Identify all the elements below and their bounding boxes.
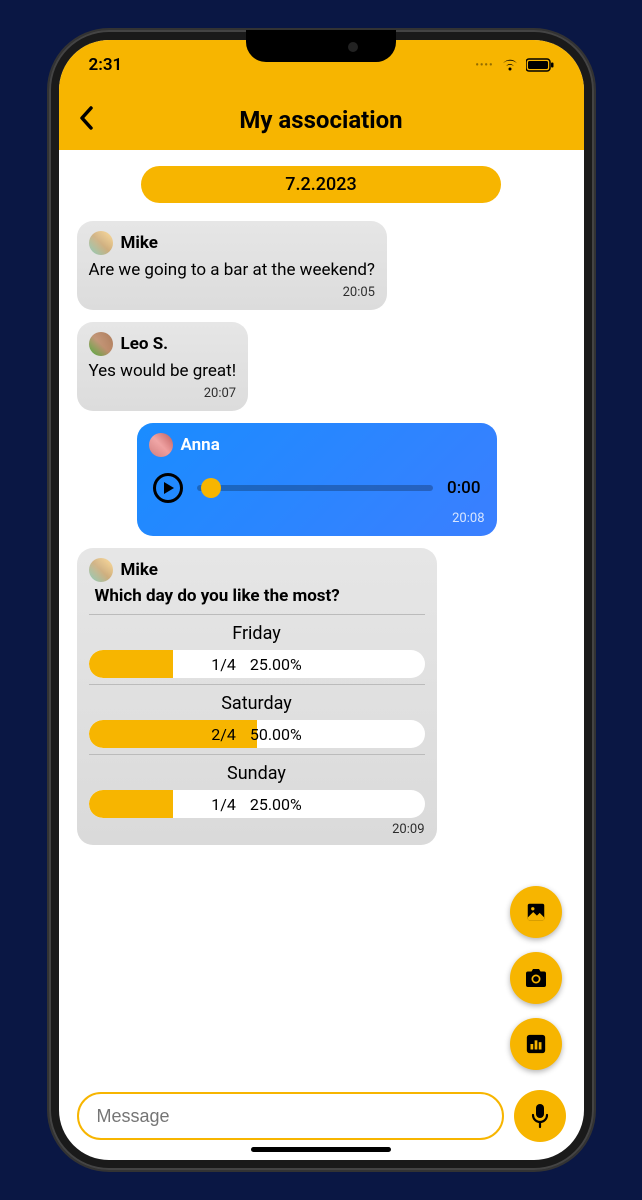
message-header: Anna (149, 433, 485, 457)
poll-percent: 25.00% (250, 655, 302, 674)
poll-option[interactable]: Friday 1/4 25.00% (89, 614, 425, 678)
poll-fill (89, 650, 173, 678)
poll-count: 1/4 (211, 655, 236, 674)
poll-option-label: Saturday (89, 693, 425, 714)
screen: 2:31 •••• My association 7.2.2023 Mike A… (59, 40, 584, 1160)
sender-name: Mike (121, 560, 158, 580)
poll-bar: 1/4 25.00% (89, 650, 425, 678)
poll-question: Which day do you like the most? (95, 586, 425, 606)
avatar (149, 433, 173, 457)
phone-frame: 2:31 •••• My association 7.2.2023 Mike A… (49, 30, 594, 1170)
image-icon (525, 901, 547, 923)
chat-body[interactable]: 7.2.2023 Mike Are we going to a bar at t… (59, 150, 584, 1080)
message-bubble[interactable]: Mike Are we going to a bar at the weeken… (77, 221, 387, 310)
message-input[interactable] (77, 1092, 504, 1140)
poll-option-label: Sunday (89, 763, 425, 784)
chart-icon (525, 1033, 547, 1055)
poll-count: 2/4 (211, 725, 236, 744)
dots-icon: •••• (475, 60, 493, 71)
sender-name: Anna (181, 435, 220, 455)
voice-player: 0:00 (149, 461, 485, 507)
camera-icon (524, 967, 548, 989)
camera-button[interactable] (510, 952, 562, 1004)
chat-header: My association (59, 90, 584, 150)
voice-slider[interactable] (197, 485, 434, 491)
play-button[interactable] (153, 473, 183, 503)
mic-button[interactable] (514, 1090, 566, 1142)
message-time: 20:09 (89, 822, 425, 837)
message-time: 20:05 (89, 285, 375, 300)
message-header: Leo S. (89, 332, 237, 356)
back-button[interactable] (79, 104, 95, 137)
voice-duration: 0:00 (447, 478, 480, 498)
chevron-left-icon (79, 106, 95, 130)
poll-percent: 50.00% (250, 725, 302, 744)
avatar (89, 231, 113, 255)
status-time: 2:31 (89, 55, 123, 75)
poll-option[interactable]: Sunday 1/4 25.00% (89, 754, 425, 818)
poll-bubble[interactable]: Mike Which day do you like the most? Fri… (77, 548, 437, 845)
message-text: Yes would be great! (89, 360, 237, 382)
message-header: Mike (89, 558, 425, 582)
notch (246, 30, 396, 62)
sender-name: Mike (121, 233, 158, 253)
status-right: •••• (475, 58, 553, 72)
poll-option-label: Friday (89, 623, 425, 644)
home-indicator[interactable] (251, 1147, 391, 1152)
poll-count: 1/4 (211, 795, 236, 814)
wifi-icon (500, 58, 520, 72)
gallery-button[interactable] (510, 886, 562, 938)
poll-percent: 25.00% (250, 795, 302, 814)
message-bubble[interactable]: Leo S. Yes would be great! 20:07 (77, 322, 249, 411)
poll-bar: 1/4 25.00% (89, 790, 425, 818)
action-buttons (510, 886, 562, 1070)
message-text: Are we going to a bar at the weekend? (89, 259, 375, 281)
battery-icon (526, 58, 554, 72)
message-time: 20:08 (149, 511, 485, 526)
mic-icon (530, 1103, 550, 1129)
voice-slider-thumb[interactable] (201, 478, 221, 498)
poll-option[interactable]: Saturday 2/4 50.00% (89, 684, 425, 748)
page-title: My association (239, 106, 402, 134)
avatar (89, 558, 113, 582)
voice-message-bubble[interactable]: Anna 0:00 20:08 (137, 423, 497, 536)
poll-bar: 2/4 50.00% (89, 720, 425, 748)
avatar (89, 332, 113, 356)
poll-button[interactable] (510, 1018, 562, 1070)
message-time: 20:07 (89, 386, 237, 401)
sender-name: Leo S. (121, 334, 169, 354)
message-header: Mike (89, 231, 375, 255)
date-separator: 7.2.2023 (141, 166, 501, 203)
poll-fill (89, 790, 173, 818)
